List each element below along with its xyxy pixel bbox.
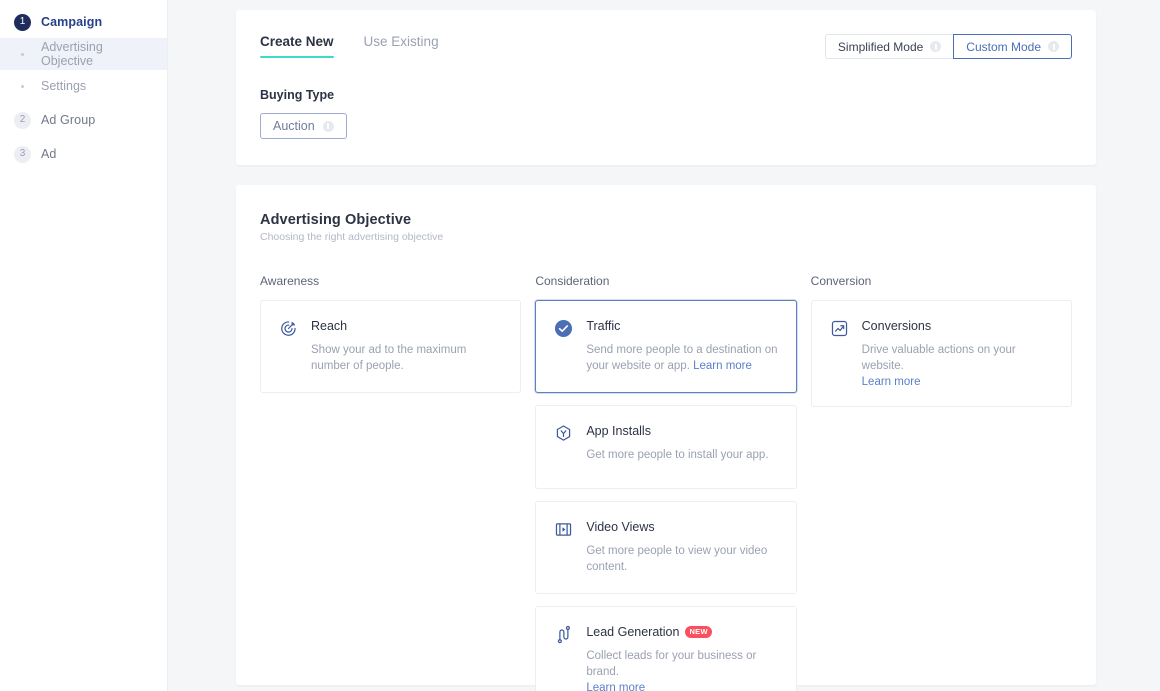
sidebar-step-ad-label: Ad	[41, 147, 57, 161]
objective-card-description: Send more people to a destination on you…	[586, 344, 778, 372]
info-icon[interactable]	[322, 120, 334, 132]
card-body: App Installs Get more people to install …	[586, 423, 777, 470]
hexagon-app-icon	[554, 423, 573, 470]
step-badge-1: 1	[14, 13, 31, 31]
buying-type-label: Buying Type	[260, 88, 335, 102]
objective-card-title: Video Views	[586, 520, 655, 534]
objective-card-description: Drive valuable actions on your website.	[861, 344, 1016, 372]
objective-column-conversion: Conversion Conversions Drive valuable ac…	[810, 274, 1072, 691]
objective-column-consideration: Consideration Traffic Send more people t…	[535, 274, 797, 691]
buying-type-auction-button[interactable]: Auction	[260, 113, 347, 139]
column-heading-awareness: Awareness	[260, 274, 320, 288]
sidebar-step-ad-group[interactable]: 2 Ad Group	[0, 104, 167, 136]
page-subtitle: Choosing the right advertising objective	[260, 231, 444, 243]
objective-card-reach[interactable]: Reach Show your ad to the maximum number…	[260, 300, 522, 393]
page-title: Advertising Objective	[260, 212, 412, 228]
tab-use-existing[interactable]: Use Existing	[364, 34, 439, 58]
info-icon[interactable]	[1048, 41, 1059, 52]
simplified-mode-button[interactable]: Simplified Mode	[824, 34, 955, 59]
objective-card-title: Reach	[311, 319, 348, 333]
conversion-arrow-icon	[830, 318, 849, 388]
mode-switch: Simplified Mode Custom Mode	[824, 34, 1072, 59]
card-body: Lead Generation NEW Collect leads for yo…	[586, 624, 777, 691]
card-body: Conversions Drive valuable actions on yo…	[862, 318, 1053, 388]
bullet-icon	[14, 52, 31, 56]
objective-column-awareness: Awareness Reach Show your ad to the maxi…	[260, 274, 522, 691]
card-body: Video Views Get more people to view your…	[586, 519, 777, 575]
learn-more-link[interactable]: Learn more	[586, 682, 777, 691]
objective-card-lead-generation[interactable]: Lead Generation NEW Collect leads for yo…	[535, 606, 797, 691]
check-circle-icon	[554, 318, 573, 374]
custom-mode-label: Custom Mode	[966, 39, 1041, 54]
column-heading-conversion: Conversion	[810, 274, 872, 288]
objective-card-video-views[interactable]: Video Views Get more people to view your…	[535, 501, 797, 594]
objective-card-description: Get more people to install your app.	[586, 449, 769, 461]
step-badge-3: 3	[14, 145, 31, 163]
column-heading-consideration: Consideration	[535, 274, 610, 288]
video-icon	[554, 519, 573, 575]
objective-columns: Awareness Reach Show your ad to the maxi…	[260, 274, 1072, 691]
sidebar-step-campaign-label: Campaign	[41, 15, 103, 29]
target-icon	[279, 318, 298, 374]
objective-card-title: Conversions	[861, 319, 932, 333]
info-icon[interactable]	[930, 41, 942, 52]
advertising-objective-panel: Advertising Objective Choosing the right…	[236, 185, 1096, 691]
sidebar: 1 Campaign Advertising Objective Setting…	[0, 0, 168, 691]
sidebar-step-ad[interactable]: 3 Ad	[0, 138, 167, 170]
sidebar-step-ad-group-label: Ad Group	[41, 113, 96, 127]
objective-card-conversions[interactable]: Conversions Drive valuable actions on yo…	[810, 300, 1072, 407]
objective-card-title: App Installs	[586, 424, 651, 438]
objective-card-description: Show your ad to the maximum number of pe…	[311, 344, 467, 372]
app-root: 1 Campaign Advertising Objective Setting…	[0, 0, 1160, 691]
card-body: Traffic Send more people to a destinatio…	[586, 318, 777, 374]
objective-card-title: Traffic	[586, 319, 621, 333]
tab-create-new[interactable]: Create New	[260, 34, 334, 58]
simplified-mode-label: Simplified Mode	[837, 39, 924, 54]
objective-card-description: Get more people to view your video conte…	[586, 545, 768, 573]
new-badge: NEW	[685, 625, 712, 638]
sidebar-item-advertising-objective[interactable]: Advertising Objective	[0, 38, 167, 70]
lead-gen-icon	[554, 624, 573, 691]
step-badge-2: 2	[14, 111, 31, 129]
sidebar-item-settings[interactable]: Settings	[0, 70, 167, 102]
learn-more-link[interactable]: Learn more	[862, 376, 1053, 388]
campaign-setup-panel: Create New Use Existing Simplified Mode …	[236, 10, 1096, 165]
sidebar-step-campaign[interactable]: 1 Campaign	[0, 6, 167, 38]
objective-card-app-installs[interactable]: App Installs Get more people to install …	[535, 405, 797, 489]
custom-mode-button[interactable]: Custom Mode	[953, 34, 1072, 59]
main-content: Create New Use Existing Simplified Mode …	[168, 0, 1160, 691]
buying-type-auction-label: Auction	[273, 119, 315, 133]
objective-card-title: Lead Generation NEW	[586, 624, 777, 641]
bullet-icon	[14, 84, 31, 88]
objective-card-description: Collect leads for your business or brand…	[586, 650, 757, 678]
sidebar-item-advertising-objective-label: Advertising Objective	[41, 40, 103, 68]
objective-card-traffic[interactable]: Traffic Send more people to a destinatio…	[535, 300, 797, 393]
learn-more-link[interactable]: Learn more	[693, 360, 752, 372]
card-body: Reach Show your ad to the maximum number…	[311, 318, 502, 374]
sidebar-item-settings-label: Settings	[41, 79, 87, 93]
